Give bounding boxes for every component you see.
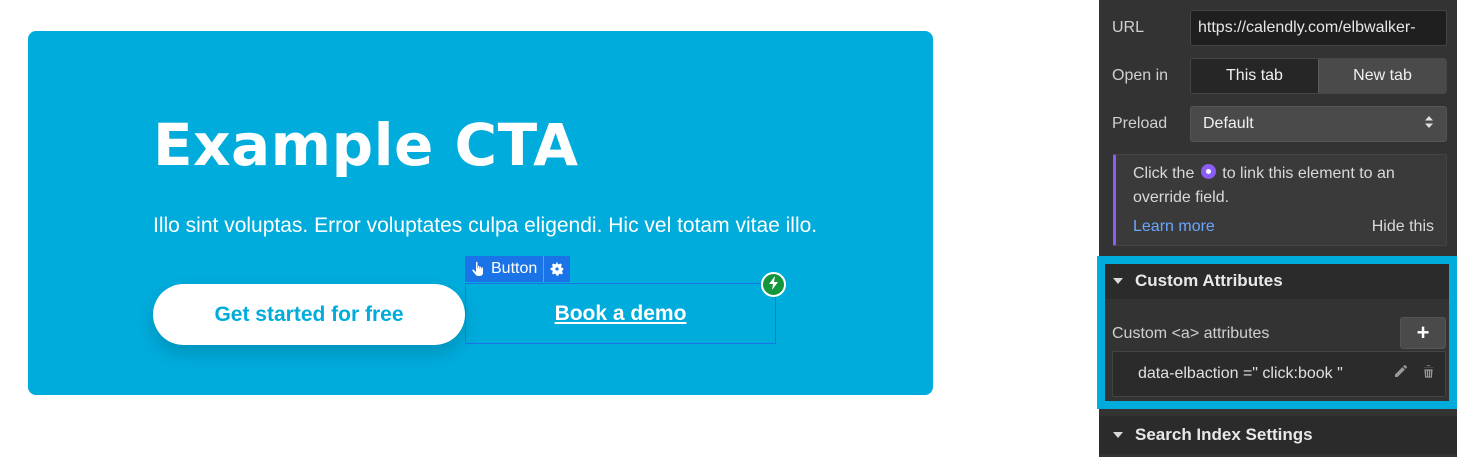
open-in-label: Open in: [1112, 67, 1169, 84]
element-type-label[interactable]: Button: [465, 256, 543, 282]
element-settings-button[interactable]: [543, 256, 570, 282]
custom-attributes-label: Custom <a> attributes: [1112, 325, 1270, 342]
attribute-text: data-elbaction =" click:book ": [1138, 365, 1343, 382]
book-demo-link[interactable]: Book a demo: [465, 283, 776, 344]
element-type-text: Button: [491, 260, 538, 277]
gear-icon: [549, 261, 565, 277]
delete-trash-icon[interactable]: [1422, 364, 1435, 384]
cta-section[interactable]: Example CTA Illo sint voluptas. Error vo…: [28, 31, 933, 395]
lightning-icon: [768, 275, 780, 294]
learn-more-link[interactable]: Learn more: [1133, 215, 1215, 239]
notice-text: Click the to link this element to an ove…: [1133, 162, 1438, 210]
open-in-this-tab[interactable]: This tab: [1191, 59, 1318, 93]
notice-text-before: Click the: [1133, 165, 1195, 182]
search-index-title: Search Index Settings: [1135, 425, 1313, 444]
edit-pencil-icon[interactable]: [1393, 364, 1408, 384]
get-started-button[interactable]: Get started for free: [153, 284, 465, 345]
preload-select[interactable]: Default: [1190, 106, 1447, 142]
url-label: URL: [1112, 19, 1145, 36]
attribute-item[interactable]: data-elbaction =" click:book ": [1112, 351, 1446, 397]
override-notice: Click the to link this element to an ove…: [1113, 154, 1447, 246]
custom-attributes-header[interactable]: Custom Attributes: [1099, 263, 1457, 299]
settings-panel: URL Open in This tab New tab Preload Def…: [1099, 0, 1457, 457]
plus-icon: +: [1416, 320, 1430, 345]
cta-text: Illo sint voluptas. Error voluptates cul…: [153, 214, 818, 237]
cta-title: Example CTA: [153, 111, 579, 179]
preload-label: Preload: [1112, 115, 1168, 132]
open-in-new-tab[interactable]: New tab: [1318, 59, 1446, 93]
interaction-badge[interactable]: [761, 272, 786, 297]
override-dot-icon: [1200, 164, 1216, 179]
url-input[interactable]: [1190, 10, 1447, 46]
collapse-triangle-icon: [1113, 278, 1123, 284]
select-arrows-icon: [1424, 115, 1434, 134]
preload-value: Default: [1203, 115, 1254, 132]
hand-pointer-icon: [471, 261, 485, 277]
collapse-triangle-icon: [1113, 432, 1123, 438]
selection-label[interactable]: Button: [465, 256, 571, 282]
open-in-toggle[interactable]: This tab New tab: [1190, 58, 1447, 94]
search-index-header[interactable]: Search Index Settings: [1099, 416, 1457, 454]
custom-attributes-title: Custom Attributes: [1135, 271, 1283, 290]
hide-notice-button[interactable]: Hide this: [1372, 215, 1434, 239]
add-attribute-button[interactable]: +: [1400, 317, 1446, 349]
